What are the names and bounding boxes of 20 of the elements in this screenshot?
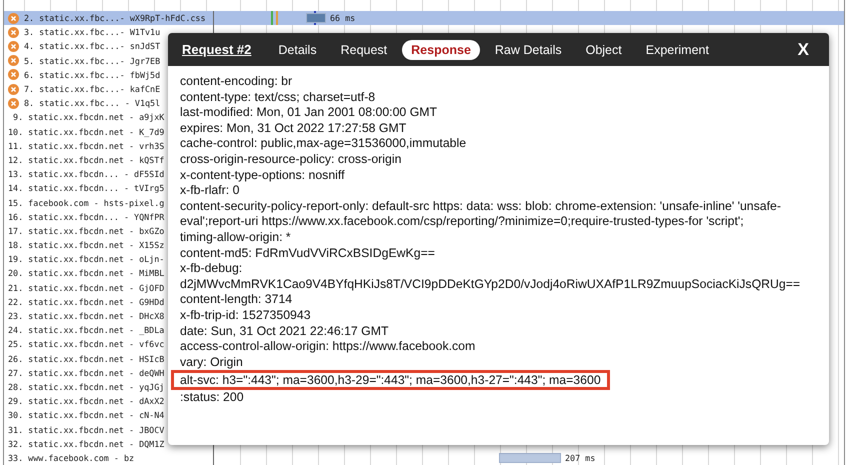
timing-text: 207 ms [565,452,596,463]
header-line: x-content-type-options: nosniff [180,168,345,184]
header-line: vary: Origin [180,354,243,370]
header-line: timing-allow-origin: * [180,230,291,246]
header-line: date: Sun, 31 Oct 2021 22:46:17 GMT [180,324,388,340]
header-line: access-control-allow-origin: https://www.facebook.com [180,339,476,355]
header-line: content-security-policy-report-only: default-src https: data: wss: blob: chrome-extension: 'unsafe-inline' 'unsafe-eval';report-uri https://www.xx.facebook.com/csp/reporting/?minimize=0;require-trusted-types-for 'script'; [180,198,782,230]
header-line: x-fb-rlafr: 0 [180,183,240,199]
header-line: content-length: 3714 [180,292,292,308]
dialog-title: Request #2 [182,42,252,57]
header-line: :status: 200 [180,390,244,406]
header-line: content-encoding: br [180,74,292,90]
timing-text: 66 ms [330,13,356,24]
header-line: expires: Mon, 31 Oct 2022 17:27:58 GMT [180,120,406,136]
header-line: cross-origin-resource-policy: cross-origin [180,152,402,168]
header-line: x-fb-trip-id: 1527350943 [180,308,311,324]
header-line: content-type: text/css; charset=utf-8 [180,90,376,106]
header-line: cache-control: public,max-age=31536000,immutable [180,136,466,152]
header-line: last-modified: Mon, 01 Jan 2001 08:00:00 GMT [180,105,438,121]
header-line: content-md5: FdRmVudVViRCxBSIDgEwKg== [180,246,435,262]
